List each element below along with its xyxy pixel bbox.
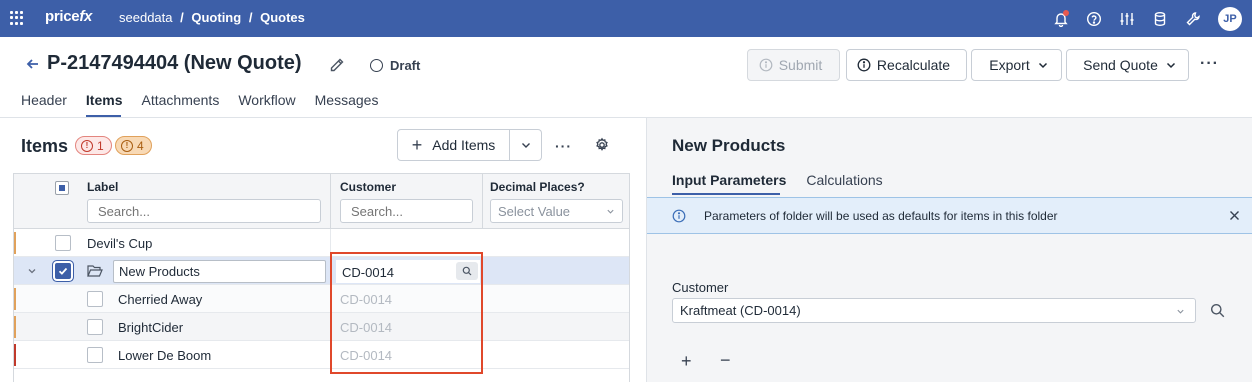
top-actions: JP bbox=[1041, 0, 1252, 37]
database-icon[interactable] bbox=[1147, 6, 1173, 32]
add-items-dropdown-button[interactable] bbox=[510, 129, 542, 161]
export-button[interactable]: Export bbox=[971, 49, 1062, 81]
label-edit-field[interactable]: New Products bbox=[113, 260, 326, 283]
add-row-button[interactable]: + bbox=[681, 351, 692, 372]
row-checkbox[interactable] bbox=[55, 263, 71, 279]
quote-tabs: Header Items Attachments Workflow Messag… bbox=[21, 92, 397, 108]
breadcrumb: seeddata / Quoting / Quotes bbox=[119, 10, 305, 25]
customer-column-highlight bbox=[330, 252, 483, 374]
row-status-marker bbox=[14, 316, 16, 338]
pricefx-logo[interactable]: pricefx bbox=[45, 8, 92, 25]
breadcrumb-root[interactable]: seeddata bbox=[119, 10, 173, 25]
warning-count-badge[interactable]: ! 4 bbox=[115, 136, 152, 155]
customer-filter-input[interactable] bbox=[340, 199, 473, 223]
chevron-down-icon bbox=[521, 143, 530, 148]
row-checkbox[interactable] bbox=[87, 291, 103, 307]
row-label: Lower De Boom bbox=[118, 348, 212, 363]
status-label: Draft bbox=[390, 58, 421, 73]
breadcrumb-page[interactable]: Quotes bbox=[260, 10, 305, 25]
column-divider[interactable] bbox=[482, 174, 483, 229]
column-header-customer[interactable]: Customer bbox=[340, 180, 396, 194]
info-circle-icon bbox=[857, 58, 871, 72]
remove-row-button[interactable]: − bbox=[720, 350, 731, 371]
breadcrumb-section[interactable]: Quoting bbox=[191, 10, 241, 25]
notification-dot bbox=[1063, 9, 1069, 16]
plus-icon: + bbox=[411, 134, 423, 155]
status-badge: Draft bbox=[370, 58, 420, 73]
checkmark-icon bbox=[58, 267, 68, 275]
chevron-down-icon bbox=[1177, 309, 1184, 314]
row-checkbox[interactable] bbox=[55, 235, 71, 251]
submit-button[interactable]: Submit bbox=[747, 49, 840, 81]
add-items-button[interactable]: + Add Items bbox=[397, 129, 510, 161]
customer-select[interactable]: Kraftmeat (CD-0014) bbox=[672, 298, 1196, 323]
tab-header[interactable]: Header bbox=[21, 92, 67, 108]
status-circle-icon bbox=[370, 59, 383, 72]
table-row[interactable]: Cherried Away CD-0014 bbox=[14, 285, 629, 313]
items-heading: Items bbox=[21, 136, 69, 156]
back-arrow-icon[interactable] bbox=[25, 56, 41, 72]
row-label: Cherried Away bbox=[118, 292, 203, 307]
user-avatar[interactable]: JP bbox=[1218, 6, 1242, 31]
chevron-down-icon[interactable] bbox=[27, 266, 37, 276]
row-label: BrightCider bbox=[118, 320, 184, 335]
label-filter-input[interactable] bbox=[87, 199, 321, 223]
detail-panel: New Products Input Parameters Calculatio… bbox=[646, 118, 1252, 382]
chevron-down-icon bbox=[607, 209, 614, 214]
row-status-marker bbox=[14, 232, 16, 254]
row-checkbox[interactable] bbox=[87, 347, 103, 363]
detail-panel-title: New Products bbox=[672, 136, 786, 155]
help-icon[interactable] bbox=[1081, 6, 1107, 32]
pencil-icon[interactable] bbox=[329, 57, 345, 73]
row-checkbox[interactable] bbox=[87, 319, 103, 335]
send-quote-button[interactable]: Send Quote bbox=[1066, 49, 1189, 81]
warning-icon: ! bbox=[121, 139, 133, 152]
items-more-icon[interactable]: ··· bbox=[555, 138, 572, 154]
recalculate-button[interactable]: Recalculate bbox=[846, 49, 967, 81]
table-row[interactable]: Lower De Boom CD-0014 bbox=[14, 341, 629, 369]
search-icon[interactable] bbox=[1210, 303, 1225, 318]
error-count-badge[interactable]: ! 1 bbox=[75, 136, 112, 155]
table-row[interactable]: Devil's Cup bbox=[14, 229, 629, 257]
decimal-places-filter-select[interactable]: Select Value bbox=[490, 199, 623, 223]
column-header-decimal-places[interactable]: Decimal Places? bbox=[490, 180, 585, 194]
column-header-label[interactable]: Label bbox=[87, 180, 118, 194]
tab-workflow[interactable]: Workflow bbox=[238, 92, 295, 108]
active-tab-underline bbox=[672, 193, 780, 195]
row-status-marker bbox=[14, 344, 16, 366]
tab-attachments[interactable]: Attachments bbox=[142, 92, 220, 108]
gear-icon[interactable] bbox=[594, 137, 610, 153]
tab-input-parameters[interactable]: Input Parameters bbox=[672, 172, 786, 188]
info-banner: Parameters of folder will be used as def… bbox=[647, 197, 1252, 234]
chevron-down-icon bbox=[1166, 62, 1175, 69]
info-message: Parameters of folder will be used as def… bbox=[704, 209, 1058, 223]
row-label: Devil's Cup bbox=[87, 236, 153, 251]
table-header: Label Customer Decimal Places? Select Va… bbox=[14, 174, 629, 229]
customer-field-label: Customer bbox=[672, 280, 729, 295]
apps-grid-icon[interactable] bbox=[10, 11, 24, 25]
table-row[interactable]: BrightCider CD-0014 bbox=[14, 313, 629, 341]
table-row-folder[interactable]: New Products CD-0014 bbox=[14, 257, 629, 285]
info-circle-icon bbox=[672, 209, 686, 223]
tab-messages[interactable]: Messages bbox=[315, 92, 379, 108]
more-actions-icon[interactable]: ··· bbox=[1200, 56, 1219, 72]
top-navigation-bar: pricefx seeddata / Quoting / Quotes JP bbox=[0, 0, 1252, 37]
column-divider[interactable] bbox=[330, 174, 331, 229]
tab-calculations[interactable]: Calculations bbox=[806, 172, 882, 188]
tab-items[interactable]: Items bbox=[86, 92, 123, 108]
error-icon: ! bbox=[81, 139, 93, 152]
active-tab-underline bbox=[86, 115, 121, 117]
items-table: Label Customer Decimal Places? Select Va… bbox=[13, 173, 630, 382]
tools-icon[interactable] bbox=[1180, 6, 1206, 32]
info-circle-icon bbox=[759, 58, 773, 72]
row-status-marker bbox=[14, 288, 16, 310]
page-title: P-2147494404 (New Quote) bbox=[47, 52, 302, 74]
select-all-checkbox[interactable] bbox=[55, 181, 69, 195]
folder-open-icon bbox=[87, 265, 103, 277]
close-icon[interactable] bbox=[1229, 210, 1240, 221]
sliders-icon[interactable] bbox=[1114, 6, 1140, 32]
chevron-down-icon bbox=[1038, 62, 1047, 69]
detail-tabs: Input Parameters Calculations bbox=[672, 172, 903, 188]
bell-icon[interactable] bbox=[1048, 6, 1074, 32]
